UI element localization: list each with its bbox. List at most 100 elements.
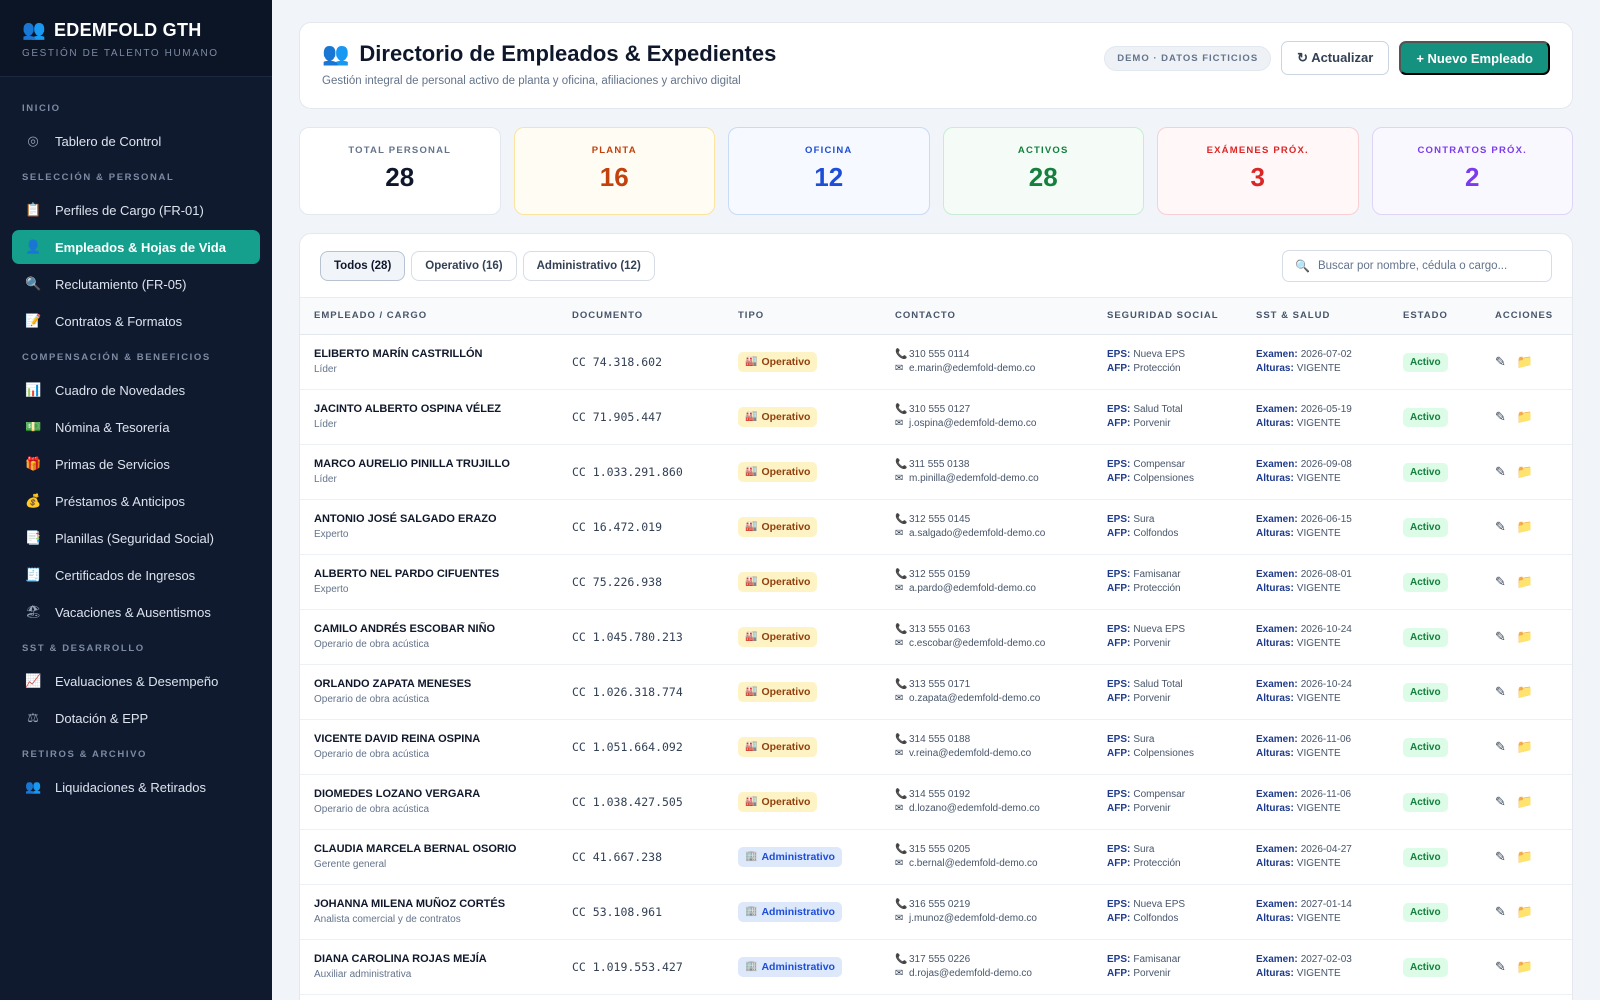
sidebar-item[interactable]: 💰 Préstamos & Anticipos	[12, 484, 260, 518]
sidebar-item[interactable]: 📊 Cuadro de Novedades	[12, 373, 260, 407]
table-row[interactable]: DIANA CAROLINA ROJAS MEJÍA Auxiliar admin…	[300, 939, 1572, 995]
email-address[interactable]: a.salgado@edemfold-demo.co	[909, 528, 1045, 539]
email-address[interactable]: m.pinilla@edemfold-demo.co	[909, 473, 1039, 484]
actions-cell: ✎ 📁	[1481, 609, 1572, 665]
sidebar-item-label: Reclutamiento (FR-05)	[55, 276, 187, 292]
table-row[interactable]: VICENTE DAVID REINA OSPINA Operario de ob…	[300, 719, 1572, 775]
folder-icon[interactable]: 📁	[1517, 464, 1533, 480]
heights-label: Alturas:	[1256, 968, 1294, 979]
refresh-button[interactable]: ↻ Actualizar	[1281, 41, 1390, 75]
email-address[interactable]: e.marin@edemfold-demo.co	[909, 363, 1035, 374]
heights-label: Alturas:	[1256, 858, 1294, 869]
sidebar-item[interactable]: 📋 Perfiles de Cargo (FR-01)	[12, 193, 260, 227]
table-row[interactable]: DIOMEDES LOZANO VERGARA Operario de obra …	[300, 774, 1572, 830]
brand-title: EDEMFOLD GTH	[53, 19, 202, 40]
table-row[interactable]: JOHANNA MILENA MUÑOZ CORTÉS Analista come…	[300, 884, 1572, 940]
pencil-icon[interactable]: ✎	[1495, 354, 1506, 370]
pencil-icon[interactable]: ✎	[1495, 629, 1506, 645]
contact-cell: 📞 311 555 0138 ✉ m.pinilla@edemfold-demo.co	[881, 444, 1093, 500]
email-address[interactable]: a.pardo@edemfold-demo.co	[909, 583, 1036, 594]
type-label: Operativo	[761, 355, 811, 368]
email-address[interactable]: c.bernal@edemfold-demo.co	[909, 858, 1038, 869]
table-row[interactable]: ANTONIO JOSÉ SALGADO ERAZO Experto CC 16.4…	[300, 499, 1572, 555]
sst-cell: Examen: 2026-11-06 Alturas: VIGENTE	[1242, 774, 1389, 830]
email-address[interactable]: j.munoz@edemfold-demo.co	[909, 913, 1037, 924]
document-number: CC 41.667.238	[572, 849, 663, 864]
pencil-icon[interactable]: ✎	[1495, 684, 1506, 700]
factory-icon: 🏭	[745, 741, 758, 753]
sidebar-item[interactable]: 🎁 Primas de Servicios	[12, 447, 260, 481]
folder-icon[interactable]: 📁	[1517, 629, 1533, 645]
sidebar-item[interactable]: 👥 Liquidaciones & Retirados	[12, 770, 260, 804]
sidebar-item[interactable]: 📈 Evaluaciones & Desempeño	[12, 664, 260, 698]
eps-value: Nueva EPS	[1133, 349, 1186, 360]
folder-icon[interactable]: 📁	[1517, 409, 1533, 425]
pencil-icon[interactable]: ✎	[1495, 464, 1506, 480]
folder-icon[interactable]: 📁	[1517, 849, 1533, 865]
phone-number: 311 555 0138	[909, 459, 970, 470]
email-address[interactable]: v.reina@edemfold-demo.co	[909, 748, 1031, 759]
sidebar-item[interactable]: 🏖 Vacaciones & Ausentismos	[12, 595, 260, 629]
folder-icon[interactable]: 📁	[1517, 739, 1533, 755]
table-row[interactable]: ORLANDO ZAPATA MENESES Operario de obra a…	[300, 664, 1572, 720]
sidebar-item[interactable]: 📝 Contratos & Formatos	[12, 304, 260, 338]
eps-label: EPS:	[1107, 734, 1131, 745]
sidebar-item[interactable]: 📑 Planillas (Seguridad Social)	[12, 521, 260, 555]
sidebar-item[interactable]: ⚖ Dotación & EPP	[12, 701, 260, 735]
pencil-icon[interactable]: ✎	[1495, 849, 1506, 865]
table-row[interactable]: ALBERTO NEL PARDO CIFUENTES Experto CC 75.…	[300, 554, 1572, 610]
heights-status: VIGENTE	[1296, 968, 1341, 979]
search-input[interactable]	[1317, 260, 1539, 272]
sidebar-item[interactable]: 💵 Nómina & Tesorería	[12, 410, 260, 444]
document-icon: 📑	[25, 530, 42, 545]
table-row[interactable]: CLAUDIA MARCELA BERNAL OSORIO Gerente gen…	[300, 829, 1572, 885]
email-icon: ✉	[895, 968, 904, 979]
email-address[interactable]: d.lozano@edemfold-demo.co	[909, 803, 1040, 814]
email-address[interactable]: j.ospina@edemfold-demo.co	[909, 418, 1036, 429]
filter-tab[interactable]: Operativo (16)	[411, 250, 517, 281]
search-box[interactable]: 🔍	[1282, 250, 1552, 282]
sidebar-item[interactable]: 🔍 Reclutamiento (FR-05)	[12, 267, 260, 301]
folder-icon[interactable]: 📁	[1517, 574, 1533, 590]
sidebar-item[interactable]: 👤 Empleados & Hojas de Vida	[12, 230, 260, 264]
pencil-icon[interactable]: ✎	[1495, 409, 1506, 425]
phone-icon: 📞	[895, 954, 908, 965]
table-row[interactable]: JACINTO ALBERTO OSPINA VÉLEZ Líder CC 71.9…	[300, 389, 1572, 445]
type-label: Administrativo	[761, 850, 835, 863]
pencil-icon[interactable]: ✎	[1495, 959, 1506, 975]
email-address[interactable]: d.rojas@edemfold-demo.co	[909, 968, 1032, 979]
sidebar-item[interactable]: 🧾 Certificados de Ingresos	[12, 558, 260, 592]
pencil-icon[interactable]: ✎	[1495, 904, 1506, 920]
folder-icon[interactable]: 📁	[1517, 794, 1533, 810]
pencil-icon[interactable]: ✎	[1495, 794, 1506, 810]
exam-date: 2026-11-06	[1300, 734, 1352, 745]
folder-icon[interactable]: 📁	[1517, 684, 1533, 700]
afp-label: AFP:	[1107, 968, 1131, 979]
filter-tab[interactable]: Administrativo (12)	[522, 250, 655, 281]
folder-icon[interactable]: 📁	[1517, 519, 1533, 535]
folder-icon[interactable]: 📁	[1517, 959, 1533, 975]
folder-icon[interactable]: 📁	[1517, 904, 1533, 920]
sidebar-item[interactable]: ◎ Tablero de Control	[12, 124, 260, 158]
table-row[interactable]: ELIBERTO MARÍN CASTRILLÓN Líder CC 74.318.…	[300, 334, 1572, 390]
eps-label: EPS:	[1107, 899, 1131, 910]
exam-label: Examen:	[1256, 734, 1298, 745]
afp-value: Protección	[1133, 858, 1181, 869]
email-icon: ✉	[895, 528, 904, 539]
email-address[interactable]: c.escobar@edemfold-demo.co	[909, 638, 1045, 649]
pencil-icon[interactable]: ✎	[1495, 519, 1506, 535]
kpi-value: 16	[599, 162, 629, 192]
folder-icon[interactable]: 📁	[1517, 354, 1533, 370]
pencil-icon[interactable]: ✎	[1495, 739, 1506, 755]
filter-tab[interactable]: Todos (28)	[320, 250, 406, 281]
type-cell: 🏢 Administrativo	[724, 829, 881, 885]
employee-name: JOHANNA MILENA MUÑOZ CORTÉS	[314, 898, 506, 910]
table-row[interactable]: MARCO AURELIO PINILLA TRUJILLO Líder CC 1.…	[300, 444, 1572, 500]
sst-cell: Examen: 2026-09-08 Alturas: VIGENTE	[1242, 444, 1389, 500]
status-cell: Activo	[1389, 389, 1481, 445]
new-employee-button[interactable]: + Nuevo Empleado	[1399, 41, 1550, 75]
email-address[interactable]: o.zapata@edemfold-demo.co	[909, 693, 1040, 704]
table-row[interactable]: CAMILO ANDRÉS ESCOBAR NIÑO Operario de ob…	[300, 609, 1572, 665]
pencil-icon[interactable]: ✎	[1495, 574, 1506, 590]
phone-number: 312 555 0145	[909, 514, 971, 525]
